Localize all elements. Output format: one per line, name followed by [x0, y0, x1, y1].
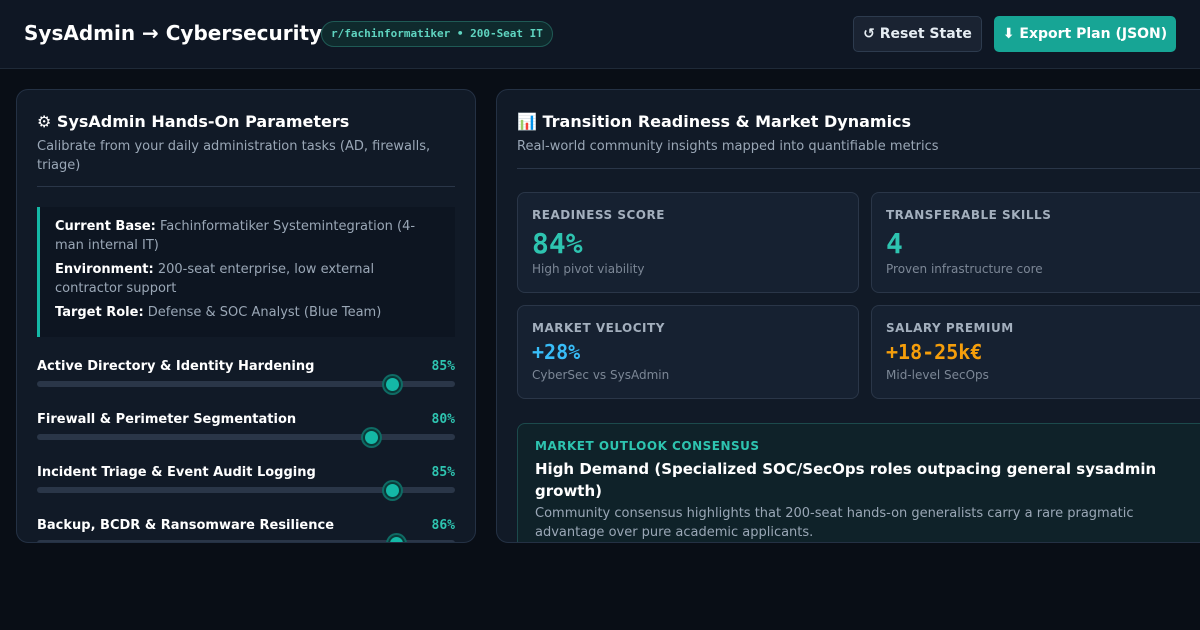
- outlook-title: High Demand (Specialized SOC/SecOps role…: [535, 460, 1157, 500]
- profile-summary: Current Base: Fachinformatiker Systemint…: [37, 207, 455, 337]
- metric-note: Mid-level SecOps: [886, 368, 989, 382]
- profile-environment: Environment: 200-seat enterprise, low ex…: [55, 262, 375, 296]
- export-plan-button[interactable]: ⬇ Export Plan (JSON): [994, 16, 1176, 52]
- app-title: SysAdmin → Cybersecurity: [24, 21, 323, 45]
- slider-track[interactable]: [37, 434, 455, 440]
- metric-value: 4: [886, 227, 903, 260]
- parameter-incident-triage: Incident Triage & Event Audit Logging 85…: [37, 465, 455, 505]
- parameter-backup-bcdr: Backup, BCDR & Ransomware Resilience 86%: [37, 518, 455, 542]
- metric-note: Proven infrastructure core: [886, 262, 1043, 276]
- metric-value: 84%: [532, 227, 583, 260]
- outlook-text: Community consensus highlights that 200-…: [535, 506, 1134, 540]
- metric-label: SALARY PREMIUM: [886, 321, 1014, 335]
- metric-label: MARKET VELOCITY: [532, 321, 665, 335]
- slider-thumb[interactable]: [388, 535, 406, 542]
- parameter-value: 85%: [431, 465, 455, 480]
- metric-market-velocity: MARKET VELOCITY +28% CyberSec vs SysAdmi…: [517, 305, 859, 399]
- market-outlook-card: MARKET OUTLOOK CONSENSUS High Demand (Sp…: [517, 423, 1200, 542]
- divider: [37, 186, 455, 187]
- slider-thumb[interactable]: [384, 376, 402, 393]
- metric-value: +28%: [532, 340, 581, 364]
- parameter-label: Active Directory & Identity Hardening: [37, 359, 315, 374]
- slider-thumb[interactable]: [384, 482, 402, 499]
- slider-thumb[interactable]: [363, 429, 381, 446]
- metric-salary-premium: SALARY PREMIUM +18-25k€ Mid-level SecOps: [871, 305, 1200, 399]
- metric-readiness-score: READINESS SCORE 84% High pivot viability: [517, 192, 859, 293]
- metric-note: High pivot viability: [532, 262, 645, 276]
- panel-title: ⚙ SysAdmin Hands-On Parameters: [37, 112, 350, 131]
- panel-subtitle: Real-world community insights mapped int…: [517, 139, 939, 154]
- parameter-value: 86%: [431, 518, 455, 533]
- panel-title: 📊 Transition Readiness & Market Dynamics: [517, 112, 912, 131]
- parameter-value: 85%: [431, 359, 455, 374]
- parameter-ad-hardening: Active Directory & Identity Hardening 85…: [37, 359, 455, 399]
- panel-subtitle: Calibrate from your daily administration…: [37, 139, 431, 173]
- parameter-firewall-segmentation: Firewall & Perimeter Segmentation 80%: [37, 412, 455, 452]
- parameter-value: 80%: [431, 412, 455, 427]
- metric-transferable-skills: TRANSFERABLE SKILLS 4 Proven infrastruct…: [871, 192, 1200, 293]
- profile-target-role: Target Role: Defense & SOC Analyst (Blue…: [55, 305, 382, 320]
- app-header: SysAdmin → Cybersecurity r/fachinformati…: [0, 0, 1200, 69]
- parameter-label: Incident Triage & Event Audit Logging: [37, 465, 316, 480]
- sysadmin-parameters-panel: ⚙ SysAdmin Hands-On Parameters Calibrate…: [16, 89, 476, 543]
- reset-state-button[interactable]: ↺ Reset State: [853, 16, 982, 52]
- outlook-label: MARKET OUTLOOK CONSENSUS: [535, 439, 760, 453]
- transition-readiness-panel: 📊 Transition Readiness & Market Dynamics…: [496, 89, 1200, 543]
- metric-label: TRANSFERABLE SKILLS: [886, 208, 1052, 222]
- parameter-label: Firewall & Perimeter Segmentation: [37, 412, 297, 427]
- metric-label: READINESS SCORE: [532, 208, 665, 222]
- divider: [517, 168, 1200, 169]
- parameter-label: Backup, BCDR & Ransomware Resilience: [37, 518, 335, 533]
- metric-value: +18-25k€: [886, 340, 983, 364]
- profile-base: Current Base: Fachinformatiker Systemint…: [55, 219, 416, 253]
- metric-note: CyberSec vs SysAdmin: [532, 368, 670, 382]
- context-badge: r/fachinformatiker • 200-Seat IT: [321, 21, 553, 47]
